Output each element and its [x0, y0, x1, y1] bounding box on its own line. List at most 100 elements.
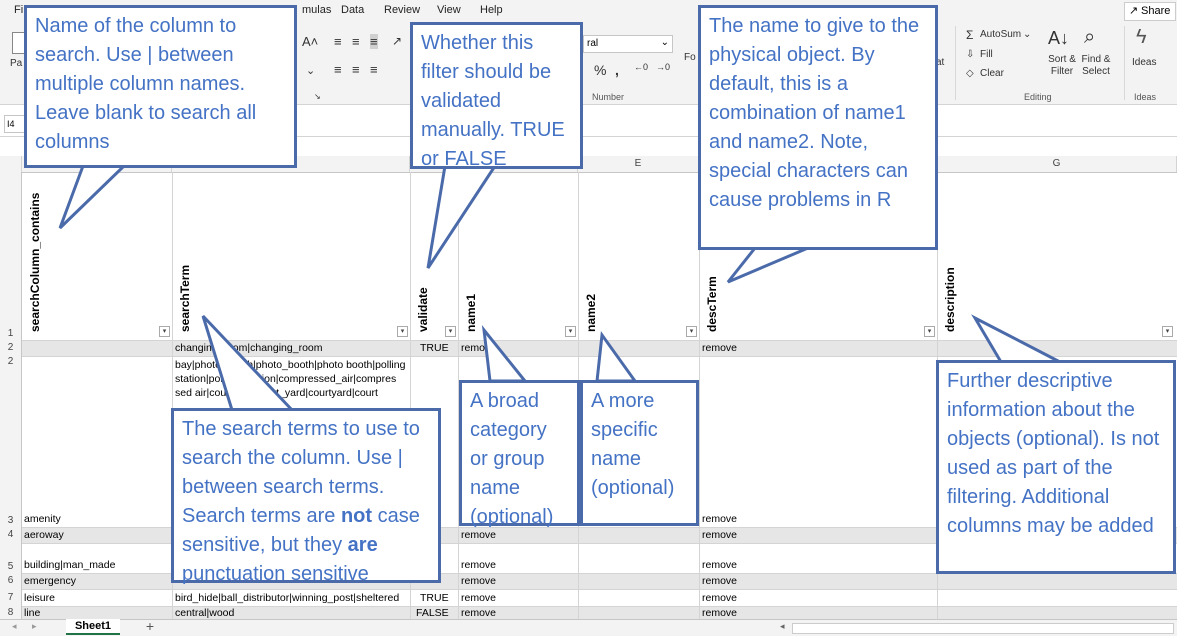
menu-view[interactable]: View — [437, 4, 461, 16]
filter-dropdown-icon[interactable]: ▾ — [1162, 326, 1173, 337]
cell-r3-descterm[interactable]: remove — [702, 513, 737, 525]
search-icon[interactable]: ⌕ — [1084, 26, 1095, 49]
filter-dropdown-icon[interactable]: ▾ — [445, 326, 456, 337]
align-top-icon[interactable]: ≡ — [334, 34, 342, 49]
row-header-1[interactable]: 1 — [0, 172, 22, 340]
cell-r7-column[interactable]: leisure — [24, 592, 55, 604]
menu-review[interactable]: Review — [384, 4, 420, 16]
add-sheet-icon[interactable]: + — [142, 619, 158, 635]
fill-label[interactable]: Fill — [980, 49, 993, 60]
group-number-label: Number — [592, 92, 625, 102]
horizontal-scrollbar[interactable] — [792, 623, 1174, 634]
cell-r6-descterm[interactable]: remove — [702, 575, 737, 587]
eraser-icon[interactable]: ◇ — [966, 68, 974, 79]
cell-r2-searchterm[interactable]: changing_room|changing_room — [175, 342, 323, 354]
menu-formulas[interactable]: mulas — [302, 4, 331, 16]
sort-filter-icon[interactable]: A↓ — [1048, 28, 1069, 49]
align-center-icon[interactable]: ≡ — [352, 62, 360, 77]
cell-r7-name1[interactable]: remove — [461, 592, 496, 604]
cell-r2-validate[interactable]: TRUE — [420, 342, 449, 354]
ideas-label[interactable]: Ideas — [1132, 57, 1156, 68]
cell-r4-column[interactable]: aeroway — [24, 529, 64, 541]
comma-style-icon[interactable]: , — [615, 62, 619, 78]
cell-r5-descterm[interactable]: remove — [702, 559, 737, 571]
row-header-8[interactable]: 8 — [0, 606, 22, 619]
align-left-icon[interactable]: ≡ — [334, 62, 342, 77]
sheet-tab-bar: ◂ ▸ ◂ — [0, 619, 1177, 636]
scroll-right-icon[interactable]: ▸ — [32, 621, 37, 632]
increase-decimal-icon[interactable]: ←0 — [634, 62, 648, 72]
callout-validate: Whether this filter should be validated … — [410, 22, 583, 170]
dialog-launcher-icon[interactable]: ↘ — [314, 92, 321, 101]
callout-search-terms: The search terms to use to search the co… — [171, 408, 441, 585]
cell-r5-column[interactable]: building|man_made — [24, 559, 115, 571]
cell-r8-descterm[interactable]: remove — [702, 607, 737, 619]
row-header-3[interactable]: 23 — [0, 356, 22, 527]
cell-r5-name1[interactable]: remove — [461, 559, 496, 571]
header-searchterm: searchTerm — [178, 264, 192, 332]
column-header-e[interactable]: E — [578, 156, 699, 172]
row-header-5[interactable]: 5 — [0, 543, 22, 573]
column-header-g[interactable]: G — [937, 156, 1177, 172]
number-format-value: ral — [587, 38, 599, 49]
callout-desc-term: The name to give to the physical object.… — [698, 5, 938, 250]
ideas-icon[interactable]: ϟ — [1136, 26, 1147, 49]
cell-r3-column[interactable]: amenity — [24, 513, 61, 525]
cell-r6-name1[interactable]: remove — [461, 575, 496, 587]
row-header-7[interactable]: 7 — [0, 589, 22, 606]
menu-data[interactable]: Data — [341, 4, 364, 16]
align-middle-icon[interactable]: ≡ — [352, 34, 360, 49]
cell-r7-descterm[interactable]: remove — [702, 592, 737, 604]
align-right-icon[interactable]: ≡ — [370, 62, 378, 77]
horizontal-scroll-left-icon[interactable]: ◂ — [780, 621, 785, 632]
increase-font-icon[interactable]: A˄ — [302, 34, 318, 49]
cell-r7-searchterm[interactable]: bird_hide|ball_distributor|winning_post|… — [175, 592, 409, 604]
chevron-down-icon[interactable]: ⌄ — [306, 64, 315, 77]
callout-name1: A broad category or group name (optional… — [459, 380, 580, 528]
autosum-label[interactable]: AutoSum — [980, 29, 1021, 40]
cell-r2-name1[interactable]: remove — [461, 342, 496, 354]
callout-tail-col-search — [58, 164, 128, 230]
sheet-tab-sheet1[interactable]: Sheet1 — [66, 619, 120, 635]
menu-file[interactable]: Fi — [14, 4, 23, 16]
orientation-icon[interactable]: ↗ — [392, 34, 402, 48]
row-header-6[interactable]: 6 — [0, 573, 22, 589]
decrease-decimal-icon[interactable]: →0 — [656, 62, 670, 72]
number-format-dropdown[interactable]: ral ⌄ — [583, 35, 673, 53]
callout-name2: A more specific name (optional) — [580, 380, 699, 526]
percent-icon[interactable]: % — [594, 62, 606, 78]
align-bottom-icon[interactable]: ≡ — [370, 34, 378, 49]
header-validate: validate — [416, 287, 430, 332]
cell-r8-column[interactable]: line — [24, 607, 40, 619]
filter-dropdown-icon[interactable]: ▾ — [397, 326, 408, 337]
row-header-4[interactable]: 4 — [0, 527, 22, 543]
cell-r2-descterm[interactable]: remove — [702, 342, 737, 354]
filter-dropdown-icon[interactable]: ▾ — [686, 326, 697, 337]
filter-dropdown-icon[interactable]: ▾ — [924, 326, 935, 337]
filter-active-icon[interactable]: ▾ — [565, 326, 576, 337]
callout-tail-desc-term — [726, 246, 809, 284]
row-header-2[interactable]: 2 — [0, 340, 22, 356]
clear-label[interactable]: Clear — [980, 68, 1004, 79]
cell-r7-validate[interactable]: TRUE — [420, 592, 449, 604]
cell-r6-column[interactable]: emergency — [24, 575, 76, 587]
select-all-corner[interactable] — [0, 156, 22, 172]
share-label: Share — [1141, 5, 1171, 17]
chevron-down-icon[interactable]: ⌄ — [1023, 29, 1031, 40]
cell-r3-searchterm-line[interactable]: sed air|courtyard|court_yard|courtyard|c… — [175, 387, 378, 399]
header-name1: name1 — [464, 293, 478, 332]
find-select-label[interactable]: Find & Select — [1076, 54, 1116, 78]
fill-icon[interactable]: ⇩ — [966, 49, 974, 60]
filter-dropdown-icon[interactable]: ▾ — [159, 326, 170, 337]
menu-help[interactable]: Help — [480, 4, 503, 16]
cell-r8-validate[interactable]: FALSE — [416, 607, 449, 619]
scroll-left-icon[interactable]: ◂ — [12, 621, 17, 632]
cell-r8-searchterm[interactable]: central|wood — [175, 607, 234, 619]
header-name2: name2 — [584, 293, 598, 332]
autosum-icon[interactable]: Σ — [966, 28, 973, 42]
cell-r3-searchterm-line[interactable]: station|polling_station|compressed_air|c… — [175, 373, 396, 385]
cell-r3-searchterm-line[interactable]: bay|photo_booth|photo_booth|photo booth|… — [175, 359, 405, 371]
cell-r8-name1[interactable]: remove — [461, 607, 496, 619]
share-button[interactable]: ↗ Share — [1124, 2, 1176, 21]
cell-r4-descterm[interactable]: remove — [702, 529, 737, 541]
